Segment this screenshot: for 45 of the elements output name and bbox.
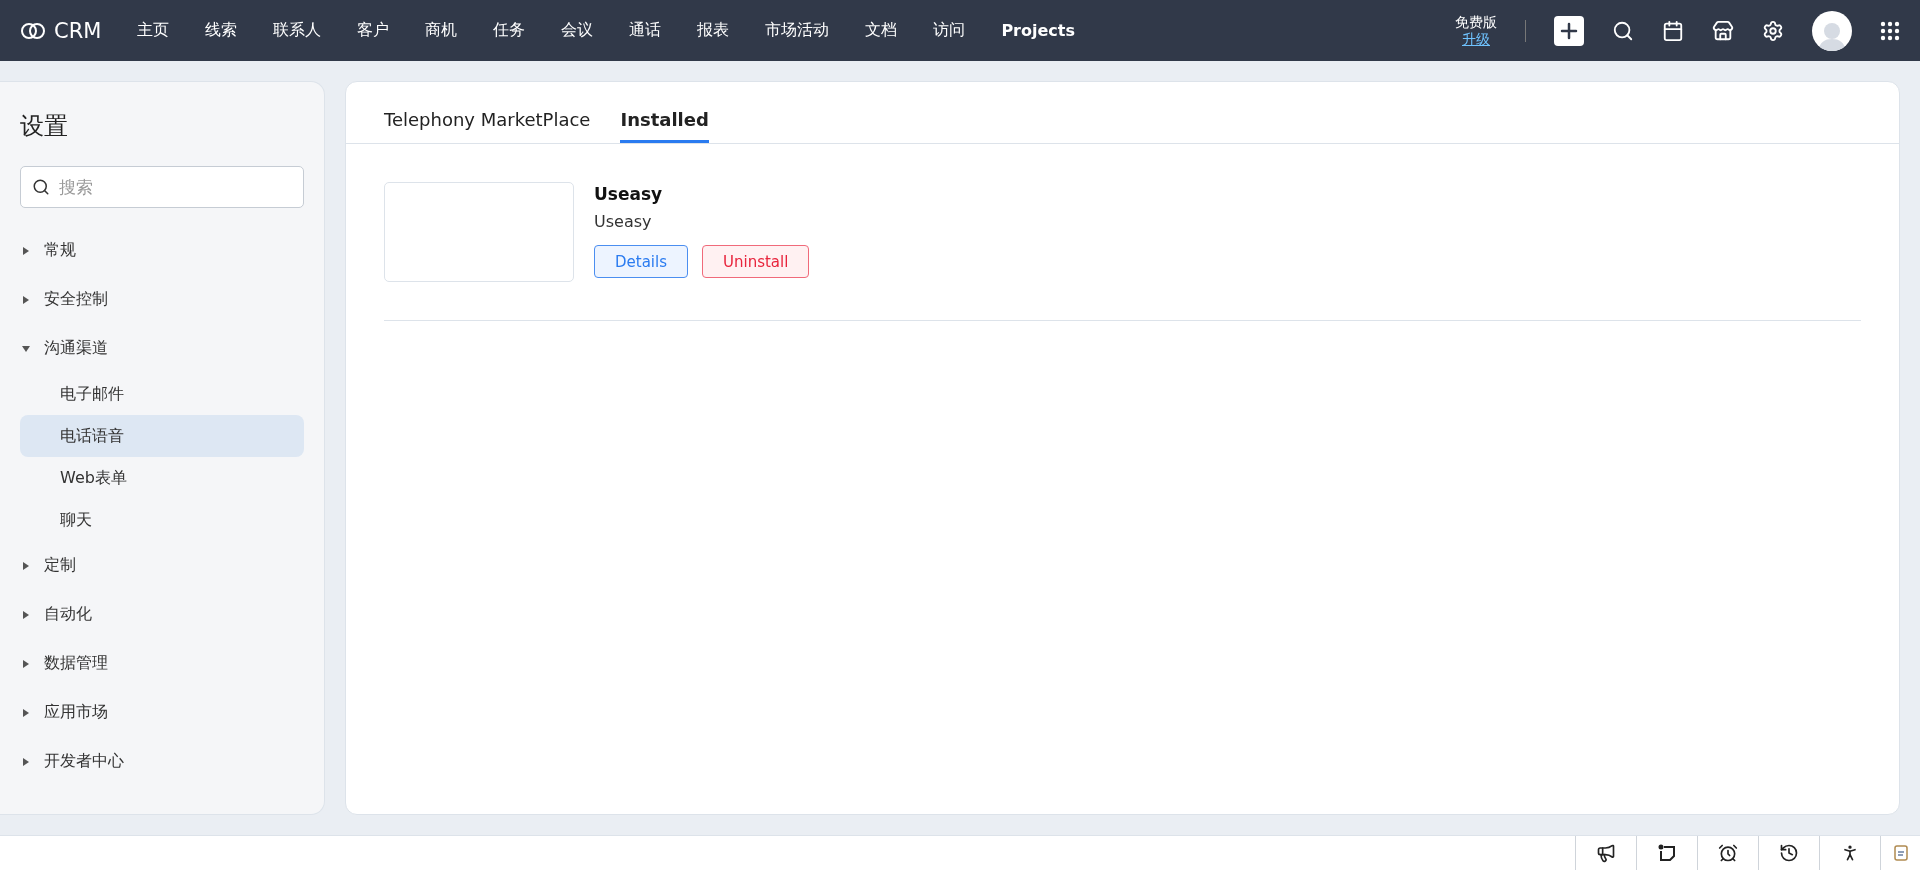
avatar[interactable]	[1812, 10, 1852, 51]
sidebar-subitem[interactable]: 电话语音	[20, 415, 304, 458]
details-button[interactable]: Details	[594, 245, 688, 279]
sidebar-item[interactable]: 定制	[20, 541, 304, 591]
nav-tab[interactable]: 联系人	[255, 20, 340, 42]
nav-tab[interactable]: 文档	[847, 20, 916, 42]
nav-tab[interactable]: 市场活动	[747, 20, 848, 42]
nav-tab[interactable]: 会议	[543, 20, 612, 42]
nav-tab[interactable]: 访问	[915, 20, 984, 42]
logo-icon	[20, 20, 46, 41]
sidebar-subitem[interactable]: Web表单	[20, 457, 304, 500]
nav-tab[interactable]: 商机	[407, 20, 476, 42]
sidebar-item[interactable]: 安全控制	[20, 275, 304, 325]
nav-tab[interactable]: 主页	[119, 20, 188, 42]
plan-label: 免费版	[1455, 13, 1497, 31]
tab[interactable]: Installed	[620, 109, 709, 144]
add-button[interactable]	[1554, 15, 1584, 46]
nav-tab[interactable]: 任务	[475, 20, 544, 42]
sidebar-item[interactable]: 开发者中心	[20, 737, 304, 787]
nav-tab[interactable]: 线索	[187, 20, 256, 42]
app-grid-icon[interactable]	[1880, 20, 1900, 41]
nav-tab[interactable]: 客户	[339, 20, 408, 42]
sidebar-item[interactable]: 常规	[20, 226, 304, 276]
app-vendor: Useasy	[594, 212, 653, 232]
sidebar-item[interactable]: 数据管理	[20, 639, 304, 689]
logo-text: CRM	[54, 18, 102, 43]
uninstall-button[interactable]: Uninstall	[702, 245, 810, 279]
app-name: Useasy	[594, 184, 664, 205]
nav-tab[interactable]: Projects	[983, 21, 1093, 41]
sidebar-title: 设置	[20, 111, 69, 143]
settings-icon[interactable]	[1762, 19, 1784, 42]
upgrade-link[interactable]: 升级	[1462, 30, 1490, 48]
search-icon[interactable]	[1612, 19, 1634, 42]
sidebar-item[interactable]: 应用市场	[20, 688, 304, 738]
sidebar-subitem[interactable]: 聊天	[20, 499, 304, 542]
search-field[interactable]: 搜索	[20, 166, 304, 209]
store-icon[interactable]	[1712, 19, 1734, 42]
sidebar-item[interactable]: 沟通渠道	[20, 324, 304, 374]
search-icon	[32, 178, 50, 197]
sidebar-subitem[interactable]: 电子邮件	[20, 373, 304, 416]
nav-tab[interactable]: 报表	[679, 20, 748, 42]
calendar-icon[interactable]	[1662, 19, 1684, 42]
tab[interactable]: Telephony MarketPlace	[384, 109, 591, 144]
sidebar-item[interactable]: 自动化	[20, 590, 304, 640]
nav-tab[interactable]: 通话	[611, 20, 680, 42]
